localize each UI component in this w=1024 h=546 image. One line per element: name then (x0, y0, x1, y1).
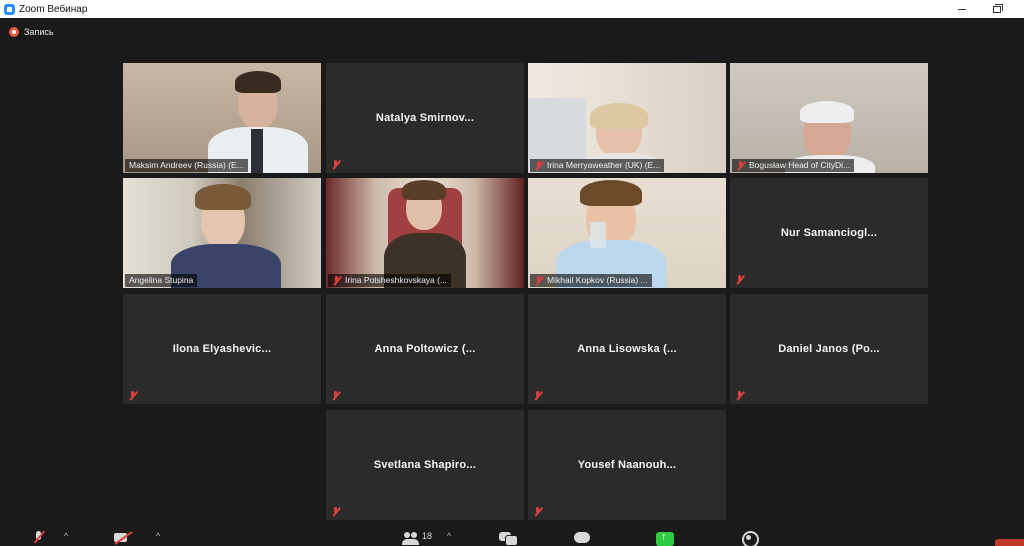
mic-muted-icon (534, 160, 543, 171)
video-tile-mikhail[interactable]: Mikhail Kopkov (Russia) ... (528, 178, 726, 288)
participant-name-label: Bogusław Head of CityDi... (732, 159, 855, 172)
record-button[interactable] (742, 530, 759, 546)
chat-button[interactable] (497, 530, 518, 546)
participant-name: Natalya Smirnov... (375, 112, 475, 124)
participant-name: Daniel Janos (Po... (778, 343, 880, 355)
video-options-caret-icon[interactable]: ^ (156, 531, 160, 541)
participant-video (528, 178, 726, 288)
participant-name-label: Irina Merryaweather (UK) (E... (530, 159, 665, 172)
participant-name-label: Angelina Stupina (125, 274, 198, 287)
qa-button[interactable] (573, 530, 591, 546)
meeting-toolbar: ^ ^ 18 ^ (0, 526, 1024, 546)
participant-name: Anna Lisowska (... (577, 343, 677, 355)
mic-muted-icon (331, 160, 340, 170)
name-tile-daniel[interactable]: Daniel Janos (Po... (730, 294, 928, 404)
audio-options-caret-icon[interactable]: ^ (64, 531, 68, 541)
mic-muted-icon (128, 391, 137, 401)
name-tile-natalya[interactable]: Natalya Smirnov... (326, 63, 524, 173)
participant-video (326, 178, 524, 288)
window-titlebar: Zoom Вебинар (0, 0, 1024, 18)
start-video-button[interactable] (113, 530, 133, 546)
participants-count: 18 (422, 531, 433, 541)
name-tile-ilona[interactable]: Ilona Elyashevic... (123, 294, 321, 404)
mic-muted-icon (735, 391, 744, 401)
participant-video (730, 63, 928, 173)
recording-label: Запись (24, 27, 54, 37)
mic-muted-icon (332, 275, 341, 286)
participant-name: Svetlana Shapiro... (373, 459, 477, 471)
name-tile-yousef[interactable]: Yousef Naanouh... (528, 410, 726, 520)
mic-muted-icon (735, 275, 744, 285)
participants-button[interactable] (400, 530, 420, 546)
name-tile-anna-poltowicz[interactable]: Anna Poltowicz (... (326, 294, 524, 404)
video-tile-irina-merryaweather[interactable]: Irina Merryaweather (UK) (E... (528, 63, 726, 173)
mic-muted-icon (534, 275, 543, 286)
participant-video (123, 178, 321, 288)
video-tile-irina-potsheshkovskaya[interactable]: Irina Potsheshkovskaya (... (326, 178, 524, 288)
participant-name-label: Maksim Andreev (Russia) (E... (125, 159, 248, 172)
mic-muted-icon (736, 160, 745, 171)
name-tile-svetlana[interactable]: Svetlana Shapiro... (326, 410, 524, 520)
leave-button[interactable] (995, 539, 1024, 546)
participant-name: Anna Poltowicz (... (374, 343, 476, 355)
mic-muted-icon (331, 391, 340, 401)
participant-name-label: Irina Potsheshkovskaya (... (328, 274, 452, 287)
participant-name: Ilona Elyashevic... (172, 343, 272, 355)
unmute-button[interactable] (32, 530, 46, 546)
minimize-button[interactable] (947, 0, 977, 18)
video-tile-boguslaw[interactable]: Bogusław Head of CityDi... (730, 63, 928, 173)
restore-button[interactable] (982, 0, 1012, 18)
window-title: Zoom Вебинар (19, 3, 88, 15)
minimize-icon (958, 8, 966, 10)
participant-video (123, 63, 321, 173)
mic-muted-icon (533, 507, 542, 517)
participant-name: Yousef Naanouh... (577, 459, 677, 471)
mic-muted-icon (533, 391, 542, 401)
zoom-icon (4, 3, 15, 15)
participants-options-caret-icon[interactable]: ^ (447, 531, 451, 541)
participant-video (528, 63, 726, 173)
share-screen-button[interactable] (656, 530, 674, 546)
video-tile-maksim[interactable]: Maksim Andreev (Russia) (E... (123, 63, 321, 173)
mic-muted-icon (331, 507, 340, 517)
recording-icon (9, 27, 19, 37)
name-tile-anna-lisowska[interactable]: Anna Lisowska (... (528, 294, 726, 404)
name-tile-nur[interactable]: Nur Samanciogl... (730, 178, 928, 288)
participant-name-label: Mikhail Kopkov (Russia) ... (530, 274, 652, 287)
restore-icon (993, 3, 1003, 13)
recording-indicator[interactable]: Запись (9, 27, 54, 37)
participant-name: Nur Samanciogl... (780, 227, 878, 239)
video-tile-angelina[interactable]: Angelina Stupina (123, 178, 321, 288)
